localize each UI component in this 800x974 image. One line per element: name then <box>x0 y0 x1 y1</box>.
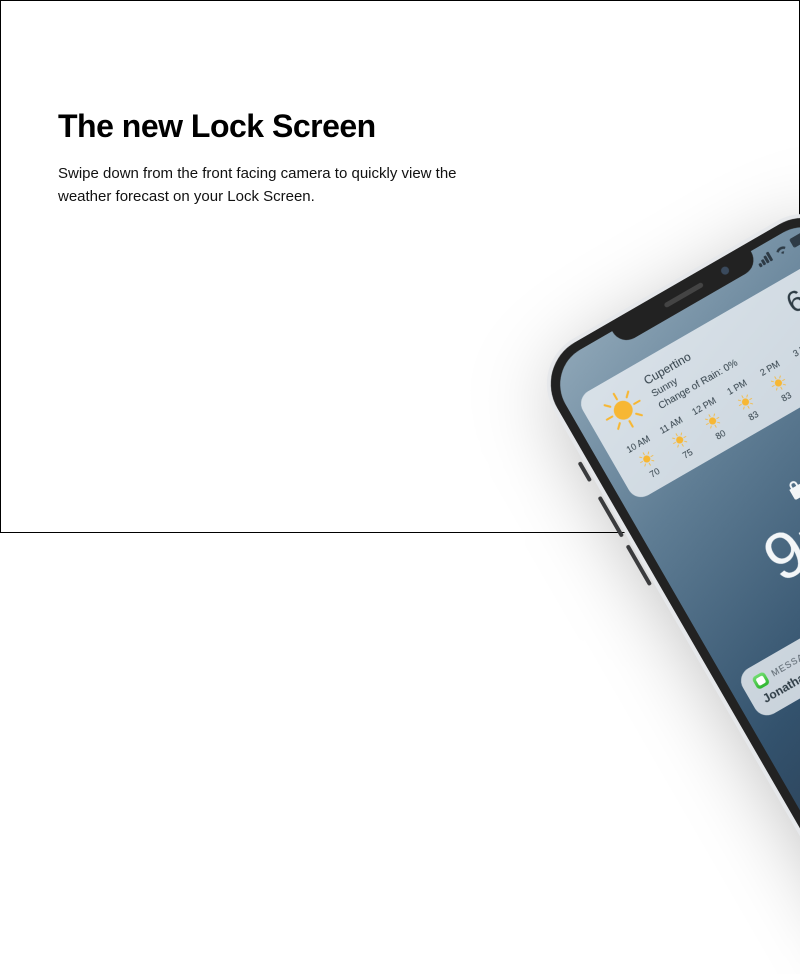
subhead: Swipe down from the front facing camera … <box>58 163 478 208</box>
front-camera <box>720 265 731 276</box>
sun-icon <box>595 382 652 439</box>
headline: The new Lock Screen <box>58 108 478 145</box>
weather-temp-now: 66° <box>782 271 800 320</box>
wifi-icon <box>772 241 790 258</box>
signal-icon <box>754 251 773 268</box>
battery-icon <box>789 229 800 248</box>
messages-app-icon <box>751 671 770 690</box>
